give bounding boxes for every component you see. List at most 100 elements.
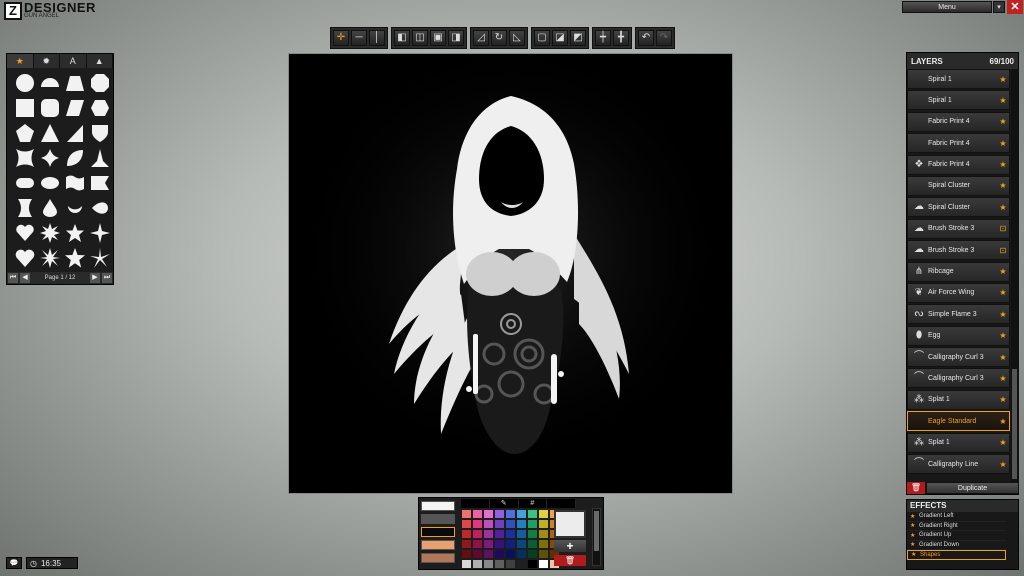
shape-spike-triangle[interactable]: [89, 147, 111, 169]
shape-heart[interactable]: [14, 222, 36, 244]
shape-pill[interactable]: [14, 172, 36, 194]
color-cell[interactable]: [495, 560, 504, 568]
color-cell[interactable]: [506, 560, 515, 568]
layer-item[interactable]: ☁ Brush Stroke 3 ⊡: [907, 240, 1010, 261]
shape-concave-diamond[interactable]: [39, 147, 61, 169]
trash-icon[interactable]: 🗑: [907, 482, 925, 494]
shape-octagon[interactable]: [89, 72, 111, 94]
shape-drop[interactable]: [39, 197, 61, 219]
layer-item[interactable]: Fabric Print 4 ★: [907, 111, 1010, 132]
color-cell[interactable]: [517, 510, 526, 518]
swatch[interactable]: [421, 553, 455, 563]
shape-sharp-star[interactable]: [89, 222, 111, 244]
color-cell[interactable]: [473, 550, 482, 558]
shape-oval[interactable]: [39, 172, 61, 194]
layer-item[interactable]: ⁂ Splat 1 ★: [907, 389, 1010, 410]
layer-lock-icon[interactable]: ★: [998, 438, 1008, 447]
layers-scroll-thumb[interactable]: [1012, 369, 1017, 479]
color-cell[interactable]: [473, 520, 482, 528]
color-cell[interactable]: [517, 560, 526, 568]
layer-lock-icon[interactable]: ★: [998, 310, 1008, 319]
layer-lock-icon[interactable]: ★: [998, 331, 1008, 340]
shape-ribbon-flag[interactable]: [89, 172, 111, 194]
effect-item[interactable]: ★ Gradient Up: [907, 531, 1006, 541]
chevron-down-icon[interactable]: ▾: [993, 1, 1005, 13]
scale-icon[interactable]: ◺: [509, 30, 525, 46]
layer-lock-icon[interactable]: ★: [998, 96, 1008, 105]
color-cell[interactable]: [528, 540, 537, 548]
align-left-icon[interactable]: ◧: [394, 30, 410, 46]
effect-item[interactable]: ★ Gradient Right: [907, 522, 1006, 531]
color-cell[interactable]: [517, 540, 526, 548]
add-color-button[interactable]: +: [554, 540, 586, 552]
palette-tab-icon[interactable]: [461, 499, 490, 508]
palette-scrollbar[interactable]: [592, 508, 601, 566]
layer-item[interactable]: Spiral Cluster ★: [907, 175, 1010, 196]
layer-lock-icon[interactable]: ⊡: [998, 246, 1008, 255]
flip-vertical-icon[interactable]: │: [369, 30, 385, 46]
eyedropper-icon[interactable]: ✎: [489, 499, 519, 508]
color-cell[interactable]: [528, 550, 537, 558]
layer-item[interactable]: ⌒ Calligraphy Curl 3 ★: [907, 347, 1010, 368]
layer-item[interactable]: Spiral 1 ★: [907, 90, 1010, 111]
layer-item[interactable]: ⋔ Ribcage ★: [907, 261, 1010, 282]
color-cell[interactable]: [528, 530, 537, 538]
color-cell[interactable]: [484, 540, 493, 548]
color-cell[interactable]: [539, 520, 548, 528]
swatch[interactable]: [421, 514, 455, 524]
effect-item[interactable]: ★ Gradient Down: [907, 541, 1006, 550]
shape-semicircle[interactable]: [39, 72, 61, 94]
layer-lock-icon[interactable]: ★: [998, 460, 1008, 469]
color-cell[interactable]: [462, 510, 471, 518]
shape-hourglass[interactable]: [14, 197, 36, 219]
shape-wave-flag[interactable]: [64, 172, 86, 194]
shape-square[interactable]: [14, 97, 36, 119]
swatch[interactable]: [421, 540, 455, 550]
color-cell[interactable]: [495, 550, 504, 558]
color-cell[interactable]: [495, 540, 504, 548]
color-cell[interactable]: [506, 540, 515, 548]
center-vertical-icon[interactable]: ╋: [613, 30, 629, 46]
shape-circle[interactable]: [14, 72, 36, 94]
layer-item[interactable]: ⬮ Egg ★: [907, 325, 1010, 346]
layer-lock-icon[interactable]: ★: [998, 417, 1008, 426]
last-page-icon[interactable]: ⏭: [102, 273, 112, 283]
layer-item[interactable]: ❖ Fabric Print 4 ★: [907, 154, 1010, 175]
color-cell[interactable]: [462, 530, 471, 538]
color-cell[interactable]: [506, 510, 515, 518]
align-center-icon[interactable]: ◫: [412, 30, 428, 46]
layer-item[interactable]: Eagle Standard ★: [907, 411, 1010, 432]
layer-lock-icon[interactable]: ★: [998, 203, 1008, 212]
color-cell[interactable]: [462, 520, 471, 528]
layer-item[interactable]: ☁ Brush Stroke 3 ⊡: [907, 218, 1010, 239]
color-cell[interactable]: [539, 510, 548, 518]
effect-item[interactable]: ★ Shapes: [907, 550, 1006, 560]
rotate-icon[interactable]: ↻: [491, 30, 507, 46]
color-cell[interactable]: [517, 530, 526, 538]
layer-lock-icon[interactable]: ★: [998, 353, 1008, 362]
shape-lemon[interactable]: [89, 197, 111, 219]
favorites-icon[interactable]: ★: [7, 54, 34, 68]
shape-shield[interactable]: [89, 122, 111, 144]
color-cell[interactable]: [484, 550, 493, 558]
hex-tab[interactable]: #: [518, 499, 548, 508]
shape-triangle[interactable]: [39, 122, 61, 144]
layer-lock-icon[interactable]: ⊡: [998, 224, 1008, 233]
color-cell[interactable]: [462, 540, 471, 548]
color-cell[interactable]: [462, 550, 471, 558]
swatch[interactable]: [421, 501, 455, 511]
layer-item[interactable]: ☁ Spiral Cluster ★: [907, 197, 1010, 218]
effect-item[interactable]: ★ Gradient Left: [907, 512, 1006, 522]
shape-leaf[interactable]: [64, 147, 86, 169]
layer-lock-icon[interactable]: ★: [998, 267, 1008, 276]
color-cell[interactable]: [473, 540, 482, 548]
prev-page-icon[interactable]: ◀: [20, 273, 30, 283]
color-cell[interactable]: [462, 560, 471, 568]
color-cell[interactable]: [539, 530, 548, 538]
layer-lock-icon[interactable]: ★: [998, 181, 1008, 190]
first-page-icon[interactable]: ⏮: [8, 273, 18, 283]
shape-heart-filled[interactable]: [14, 247, 36, 269]
undo-icon[interactable]: ↶: [638, 30, 654, 46]
layer-lock-icon[interactable]: ★: [998, 374, 1008, 383]
trash-icon[interactable]: 🗑: [554, 555, 586, 566]
